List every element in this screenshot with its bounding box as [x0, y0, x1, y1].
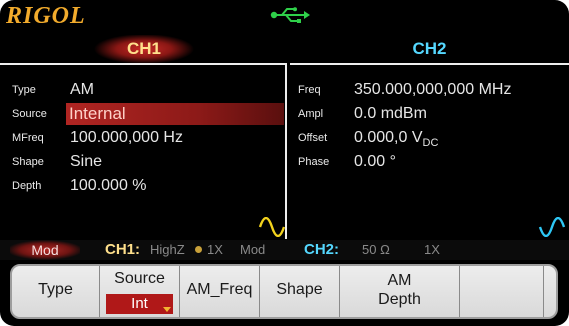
source-label: Source — [12, 108, 47, 120]
freq-value: 350.000,000,000 MHz — [354, 81, 512, 98]
source-value[interactable]: Internal — [66, 103, 284, 125]
type-softkey[interactable]: Type — [12, 266, 100, 317]
offset-number: 0.000,0 V — [354, 129, 423, 146]
status-ch1-label: CH1: — [105, 241, 141, 258]
status-ch1-impedance: HighZ — [150, 242, 185, 257]
tab-ch2[interactable]: CH2 — [290, 35, 569, 63]
ch1-output-icon — [195, 246, 202, 253]
am-depth-label-line1: AM — [387, 272, 412, 289]
depth-value: 100.000 % — [70, 177, 147, 194]
mfreq-label: MFreq — [12, 132, 44, 144]
channel-tabs: CH1 CH2 — [0, 35, 569, 63]
tab-ch1[interactable]: CH1 — [0, 35, 288, 63]
status-ch2-impedance: 50 Ω — [362, 242, 390, 257]
source-option-value: Int — [131, 295, 148, 312]
rigol-logo: RIGOL — [6, 3, 86, 29]
phase-value: 0.00 ° — [354, 153, 396, 170]
status-ch2-label: CH2: — [304, 241, 340, 258]
shape-label: Shape — [12, 156, 44, 168]
empty-softkey-6[interactable] — [460, 266, 544, 317]
phase-label: Phase — [298, 156, 330, 168]
ch1-sine-wave-icon — [258, 217, 286, 237]
usb-icon — [270, 7, 310, 23]
shape-value: Sine — [70, 153, 103, 170]
softkey-menu: Type Source Int AM_Freq Shape AM Depth — [10, 264, 558, 319]
status-bar: Mod CH1: HighZ 1X Mod CH2: 50 Ω 1X — [0, 240, 569, 260]
mod-indicator: Mod — [10, 240, 80, 260]
source-option-selector[interactable]: Int — [106, 294, 173, 314]
offset-unit-subscript: DC — [422, 137, 439, 150]
mfreq-value: 100.000,000 Hz — [70, 129, 183, 146]
status-ch2-multiplier: 1X — [424, 242, 440, 257]
ch2-sine-wave-icon — [538, 217, 566, 237]
am-depth-label-line2: Depth — [378, 291, 421, 308]
generator-screen: RIGOL CH1 CH2 Type AM Source Internal MF… — [0, 0, 569, 326]
ch1-parameter-panel: Type AM Source Internal MFreq 100.000,00… — [0, 63, 287, 239]
am-depth-softkey[interactable]: AM Depth — [340, 266, 460, 317]
offset-label: Offset — [298, 132, 328, 144]
status-ch1-multiplier: 1X — [207, 242, 223, 257]
source-softkey[interactable]: Source Int — [100, 266, 180, 317]
shape-softkey-label: Shape — [276, 281, 323, 298]
ampl-label: Ampl — [298, 108, 324, 120]
dropdown-arrow-icon — [163, 307, 171, 312]
shape-softkey[interactable]: Shape — [260, 266, 340, 317]
ampl-value: 0.0 mdBm — [354, 105, 427, 122]
freq-label: Freq — [298, 84, 321, 96]
empty-softkey-7[interactable] — [544, 266, 556, 317]
source-softkey-label: Source — [114, 270, 165, 287]
ch2-parameter-panel: Freq 350.000,000,000 MHz Ampl 0.0 mdBm O… — [290, 63, 569, 239]
type-value: AM — [70, 81, 94, 98]
depth-label: Depth — [12, 180, 42, 192]
status-ch1-mod: Mod — [240, 242, 266, 257]
type-label: Type — [12, 84, 36, 96]
am-freq-softkey[interactable]: AM_Freq — [180, 266, 260, 317]
type-softkey-label: Type — [38, 281, 73, 298]
ch1-source-row[interactable]: Source Internal — [0, 103, 287, 125]
am-freq-softkey-label: AM_Freq — [186, 281, 253, 298]
